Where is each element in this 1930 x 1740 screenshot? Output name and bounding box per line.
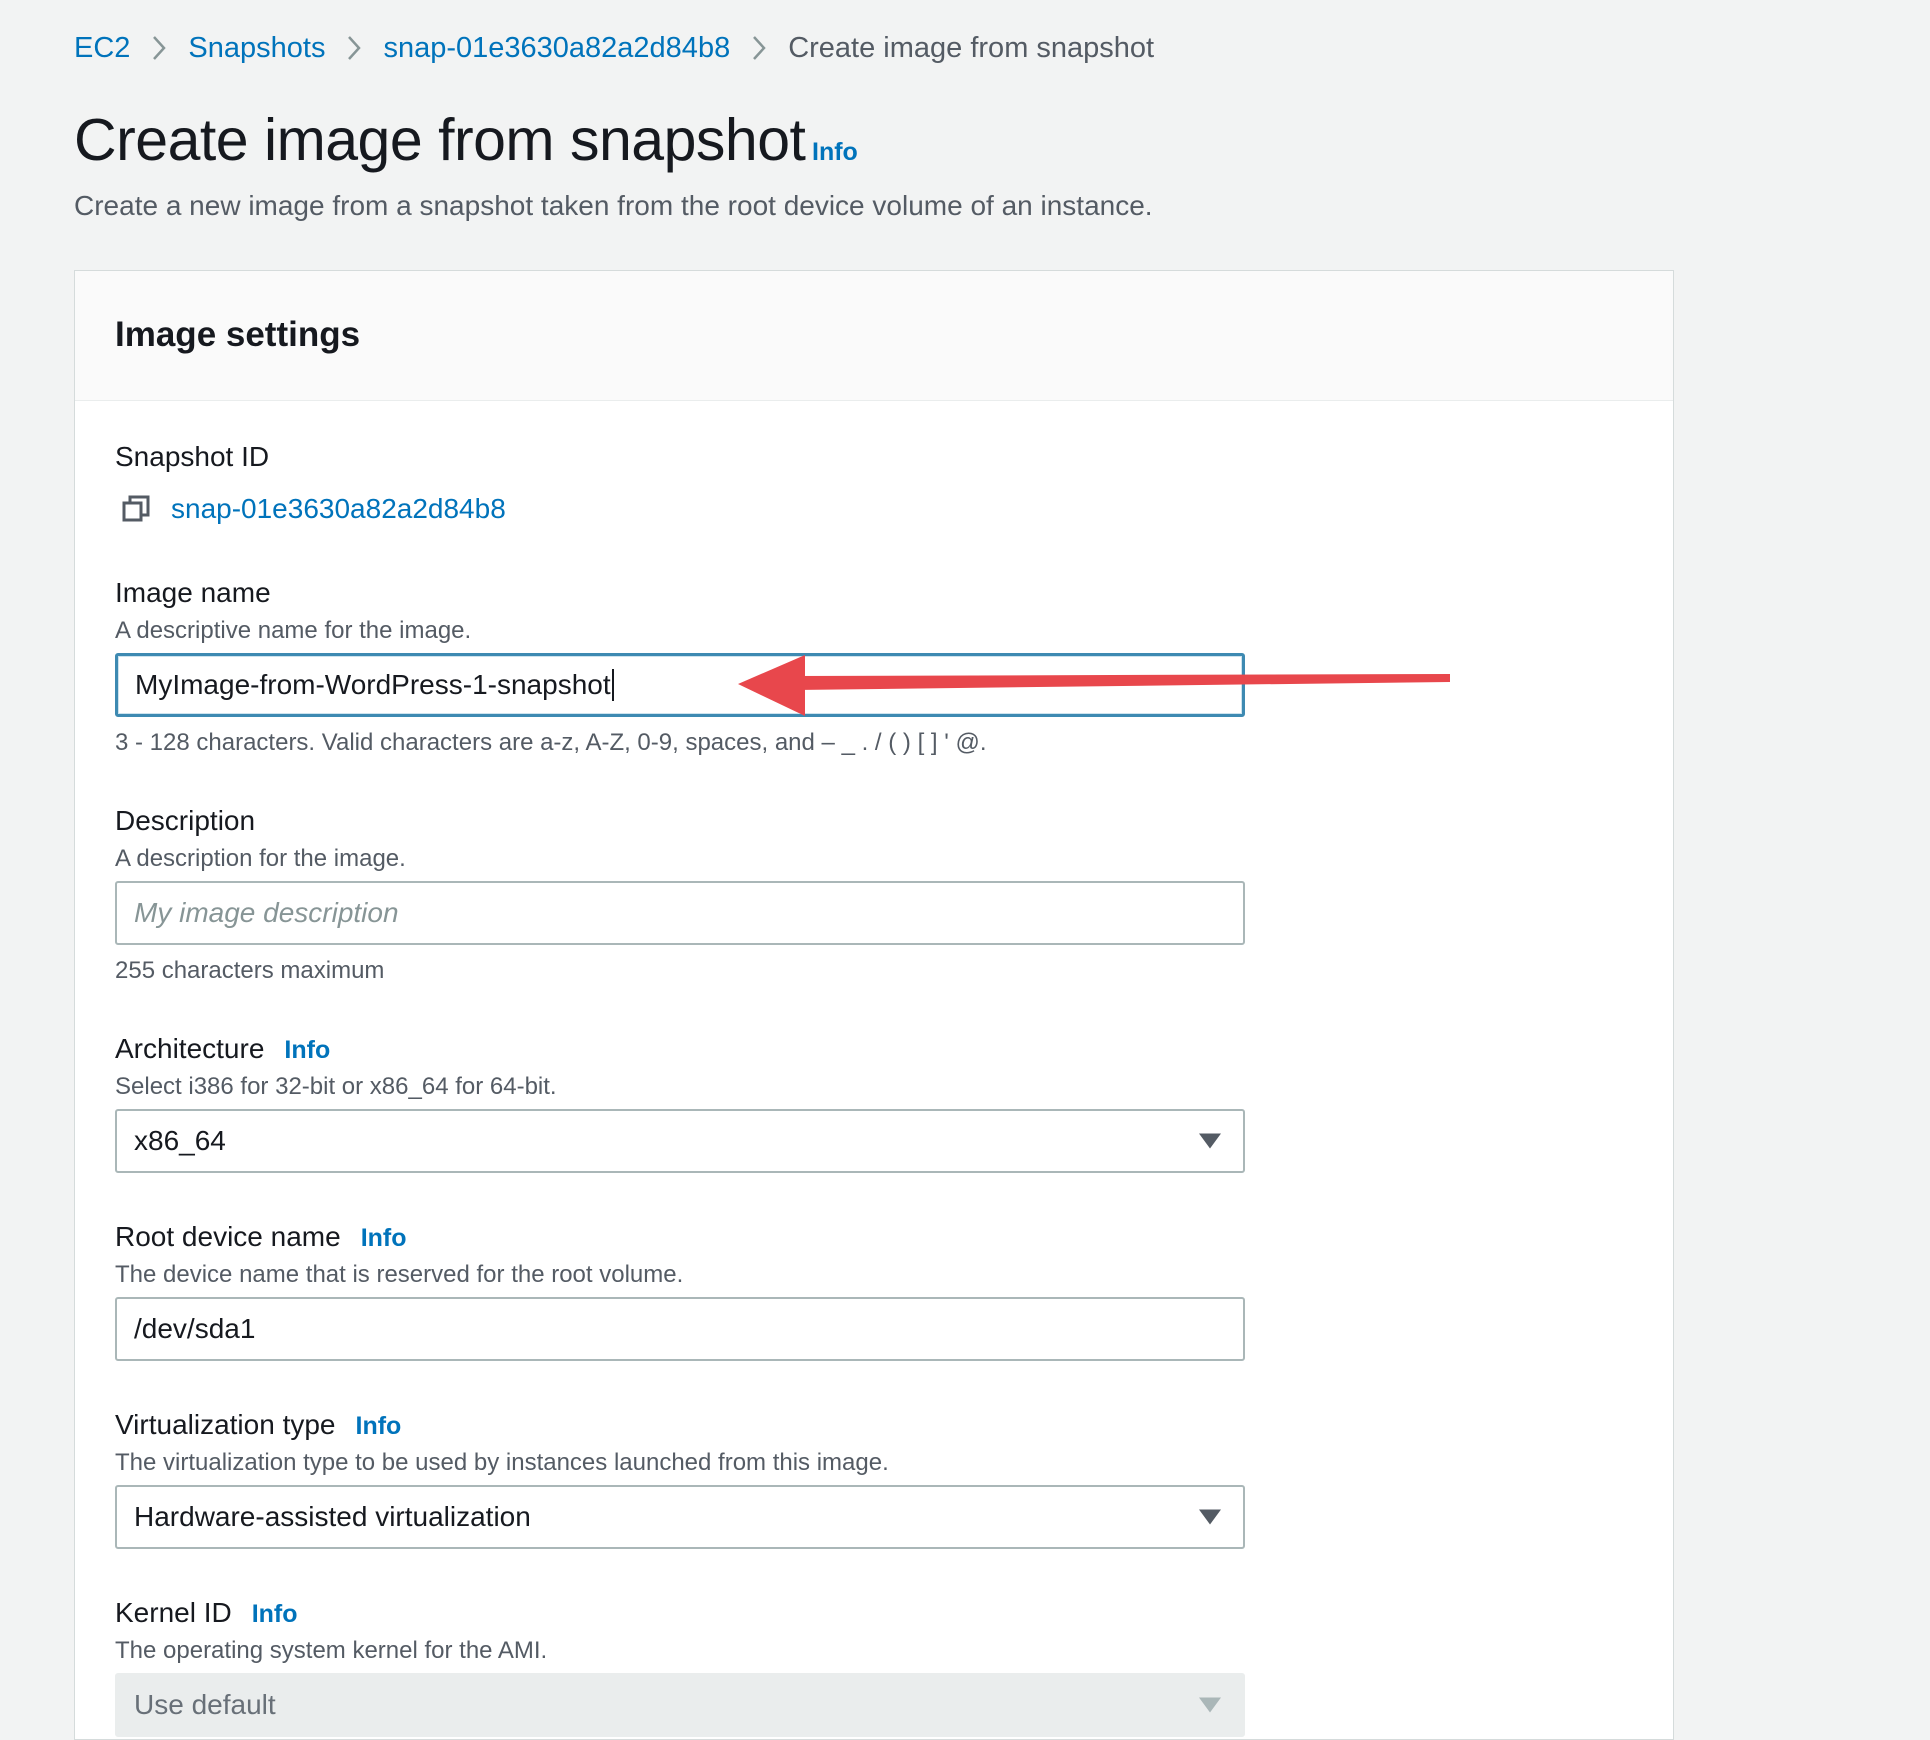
description-label-text: Description xyxy=(115,805,256,836)
kernel-id-label: Kernel ID Info xyxy=(115,1597,298,1629)
kernel-id-select[interactable]: Use default xyxy=(115,1673,1245,1737)
architecture-label-text: Architecture xyxy=(115,1033,265,1064)
snapshot-id-label: Snapshot ID xyxy=(115,441,269,473)
root-device-info-link[interactable]: Info xyxy=(361,1224,407,1253)
architecture-select[interactable]: x86_64 xyxy=(115,1109,1245,1173)
chevron-right-icon xyxy=(346,34,362,62)
virtualization-info-link[interactable]: Info xyxy=(356,1412,402,1441)
panel-header: Image settings xyxy=(75,271,1673,401)
virtualization-label: Virtualization type Info xyxy=(115,1409,401,1441)
snapshot-id-link[interactable]: snap-01e3630a82a2d84b8 xyxy=(171,493,506,525)
root-device-value: /dev/sda1 xyxy=(134,1313,256,1344)
image-name-constraint: 3 - 128 characters. Valid characters are… xyxy=(115,729,987,756)
description-input[interactable]: My image description xyxy=(115,881,1245,945)
snapshot-id-label-text: Snapshot ID xyxy=(115,441,270,472)
copy-icon[interactable] xyxy=(121,494,151,524)
description-placeholder: My image description xyxy=(134,897,399,928)
page-description: Create a new image from a snapshot taken… xyxy=(74,190,1153,221)
image-settings-panel: Image settings Snapshot ID snap-01e3630a… xyxy=(74,270,1674,1740)
architecture-value: x86_64 xyxy=(134,1125,226,1156)
kernel-id-info-link[interactable]: Info xyxy=(252,1600,298,1629)
breadcrumb-ec2-link[interactable]: EC2 xyxy=(74,32,130,65)
root-device-label-text: Root device name xyxy=(115,1221,341,1252)
kernel-id-help: The operating system kernel for the AMI. xyxy=(115,1637,548,1664)
image-name-value: MyImage-from-WordPress-1-snapshot xyxy=(135,669,611,700)
breadcrumb-snapshots-link[interactable]: Snapshots xyxy=(188,32,325,65)
root-device-input[interactable]: /dev/sda1 xyxy=(115,1297,1245,1361)
virtualization-select[interactable]: Hardware-assisted virtualization xyxy=(115,1485,1245,1549)
panel-title: Image settings xyxy=(115,315,361,354)
caret-down-icon xyxy=(1199,1509,1221,1525)
page-info-link[interactable]: Info xyxy=(812,138,858,167)
architecture-info-link[interactable]: Info xyxy=(284,1036,330,1065)
description-constraint: 255 characters maximum xyxy=(115,957,385,984)
kernel-id-label-text: Kernel ID xyxy=(115,1597,232,1628)
image-name-label-text: Image name xyxy=(115,577,271,608)
virtualization-value: Hardware-assisted virtualization xyxy=(134,1501,531,1532)
chevron-right-icon xyxy=(751,34,767,62)
breadcrumb-snapshot-link[interactable]: snap-01e3630a82a2d84b8 xyxy=(383,32,730,65)
virtualization-label-text: Virtualization type xyxy=(115,1409,336,1440)
caret-down-icon xyxy=(1199,1697,1221,1713)
description-label: Description xyxy=(115,805,255,837)
architecture-help: Select i386 for 32-bit or x86_64 for 64-… xyxy=(115,1073,557,1100)
breadcrumb-current: Create image from snapshot xyxy=(788,31,1155,64)
image-name-label: Image name xyxy=(115,577,271,609)
breadcrumb: EC2 Snapshots snap-01e3630a82a2d84b8 Cre… xyxy=(74,28,1154,68)
text-cursor xyxy=(611,669,614,701)
image-name-description: A descriptive name for the image. xyxy=(115,617,472,644)
page-title: Create image from snapshot xyxy=(74,107,806,173)
architecture-label: Architecture Info xyxy=(115,1033,330,1065)
caret-down-icon xyxy=(1199,1133,1221,1149)
description-help: A description for the image. xyxy=(115,845,406,872)
snapshot-id-row: snap-01e3630a82a2d84b8 xyxy=(121,493,506,525)
virtualization-help: The virtualization type to be used by in… xyxy=(115,1449,889,1476)
root-device-help: The device name that is reserved for the… xyxy=(115,1261,684,1288)
image-name-input[interactable]: MyImage-from-WordPress-1-snapshot xyxy=(115,653,1245,717)
chevron-right-icon xyxy=(151,34,167,62)
kernel-id-value: Use default xyxy=(134,1689,276,1720)
root-device-label: Root device name Info xyxy=(115,1221,407,1253)
